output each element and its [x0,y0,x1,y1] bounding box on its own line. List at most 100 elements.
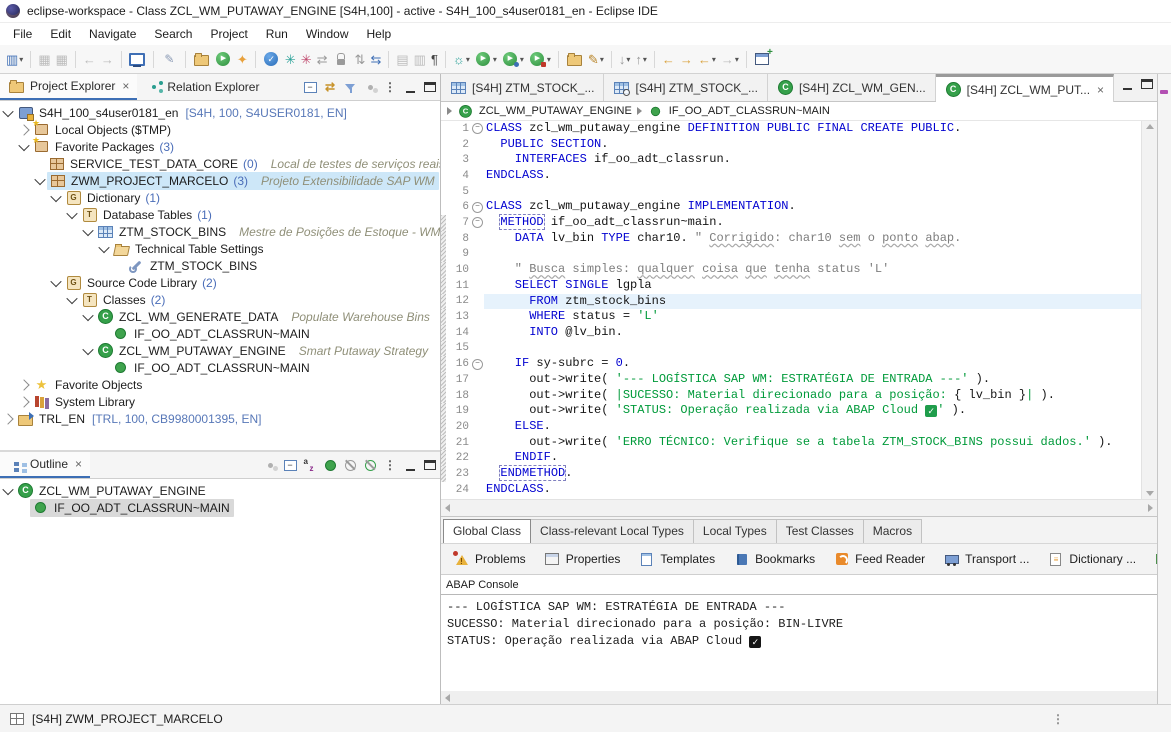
menu-edit[interactable]: Edit [41,25,80,43]
menu-search[interactable]: Search [145,25,201,43]
expander-open-icon[interactable] [2,105,13,116]
dropdown-arrow-icon[interactable]: ▾ [520,55,524,64]
view-tab-properties[interactable]: Properties [536,547,629,571]
wizards-button[interactable]: ✳ [299,48,314,71]
section-tab-class-relevant-local-types[interactable]: Class-relevant Local Types [530,519,694,543]
collapse-all-button[interactable] [280,455,300,475]
dropdown-arrow-icon[interactable]: ▾ [735,55,739,64]
max-button[interactable] [420,77,440,97]
view-tab-relation-explorer[interactable]: Relation Explorer [137,74,267,100]
run-history-button[interactable]: ▾ [500,48,526,71]
tree-item[interactable]: Favorite Packages(3) [0,138,440,155]
tree-item[interactable]: Source Code Library(2) [0,274,440,291]
min-button[interactable] [400,77,420,97]
tree-item[interactable]: IF_OO_ADT_CLASSRUN~MAIN [0,359,440,376]
tree-item[interactable]: Technical Table Settings [0,240,440,257]
view-tab-bookmarks[interactable]: Bookmarks [725,547,823,571]
editor-tab[interactable]: [S4H] ZCL_WM_GEN... [768,74,936,101]
breadcrumb[interactable]: ZCL_WM_PUTAWAY_ENGINEIF_OO_ADT_CLASSRUN~… [441,102,1157,121]
dropdown-arrow-icon[interactable]: ▾ [643,55,647,64]
lock-button[interactable] [331,48,352,71]
atc-check-button[interactable] [261,48,282,71]
redo-button[interactable]: → [99,48,116,71]
scroll-right-arrow-icon[interactable] [1148,504,1153,512]
debug-button[interactable]: ☼▾ [451,48,472,71]
view-tab-project-explorer[interactable]: Project Explorer× [0,74,137,100]
breadcrumb-arrow-icon[interactable] [447,107,452,115]
expander-closed-icon[interactable] [18,379,29,390]
tree-item[interactable]: ZCL_WM_PUTAWAY_ENGINESmart Putaway Strat… [0,342,440,359]
tree-item[interactable]: Classes(2) [0,291,440,308]
menu-run[interactable]: Run [257,25,297,43]
view-tab-feed-reader[interactable]: Feed Reader [825,547,933,571]
tree-item[interactable]: ZTM_STOCK_BINS [0,257,440,274]
editor-tab[interactable]: [S4H] ZTM_STOCK_... [604,74,767,101]
prev-annotation-button[interactable]: ↑▾ [633,48,649,71]
tree-item[interactable]: Local Objects ($TMP) [0,121,440,138]
run-abap-object-button[interactable] [213,48,234,71]
open-abap-object-button[interactable] [191,48,212,71]
expander-closed-icon[interactable] [2,413,13,424]
link-source-2-button[interactable]: ▥ [412,48,428,71]
console-view-button[interactable] [127,48,148,71]
last-edit-location-button[interactable]: ← [660,48,677,71]
minimized-view-marker-icon[interactable] [1160,90,1168,94]
max-button[interactable] [420,455,440,475]
save-button[interactable]: ▦ [36,48,52,71]
dropdown-arrow-icon[interactable]: ▾ [19,55,23,64]
back-history-button[interactable]: ←▾ [696,48,718,71]
section-tab-test-classes[interactable]: Test Classes [776,519,864,543]
fold-collapse-icon[interactable]: − [472,123,483,134]
expander-open-icon[interactable] [82,309,93,320]
menu-button[interactable] [380,455,400,475]
dropdown-arrow-icon[interactable]: ▾ [466,55,470,64]
open-resource-button[interactable] [564,48,585,71]
tree-item[interactable]: IF_OO_ADT_CLASSRUN~MAIN [0,499,440,516]
collapse-all-button[interactable] [300,77,320,97]
expander-open-icon[interactable] [82,224,93,235]
coverage-button[interactable]: ▾ [527,48,553,71]
tree-item[interactable]: ZCL_WM_PUTAWAY_ENGINE [0,482,440,499]
view-tab-templates[interactable]: Templates [630,547,723,571]
expander-open-icon[interactable] [66,207,77,218]
project-explorer-tree[interactable]: S4H_100_s4user0181_en[S4H, 100, S4USER01… [0,101,440,450]
highlight-pin-button[interactable] [159,48,180,71]
expander-open-icon[interactable] [34,173,45,184]
close-icon[interactable]: × [75,457,82,471]
outline-tree[interactable]: ZCL_WM_PUTAWAY_ENGINEIF_OO_ADT_CLASSRUN~… [0,479,440,704]
new-wizard-button[interactable]: ▥▾ [4,48,25,71]
open-perspective-button[interactable] [752,48,773,71]
tree-item[interactable]: System Library [0,393,440,410]
editor-horizontal-scrollbar[interactable] [441,499,1157,516]
close-icon[interactable]: × [122,79,129,93]
section-tab-macros[interactable]: Macros [863,519,922,543]
fold-collapse-icon[interactable]: − [472,359,483,370]
hide-np-button[interactable] [340,455,360,475]
forward-history-button[interactable]: →▾ [719,48,741,71]
link-source-1-button[interactable]: ▤ [394,48,410,71]
tree-item[interactable]: Dictionary(1) [0,189,440,206]
method-button[interactable] [320,455,340,475]
transport-sync-button[interactable]: ⇅ [353,48,368,71]
menu-project[interactable]: Project [201,25,256,43]
tree-item[interactable]: SERVICE_TEST_DATA_CORE(0)Local de testes… [0,155,440,172]
expander-open-icon[interactable] [50,275,61,286]
save-all-button[interactable]: ▦ [54,48,70,71]
console-scroll-left-arrow-icon[interactable] [445,694,450,702]
run-button[interactable]: ▾ [473,48,499,71]
tree-item[interactable]: ZCL_WM_GENERATE_DATAPopulate Warehouse B… [0,308,440,325]
dropdown-arrow-icon[interactable]: ▾ [626,55,630,64]
scroll-left-arrow-icon[interactable] [445,504,450,512]
dropdown-arrow-icon[interactable]: ▾ [600,55,604,64]
activate-button[interactable]: ✦ [235,48,250,71]
view-tab-problems[interactable]: Problems [445,547,534,571]
next-edit-location-button[interactable]: → [678,48,695,71]
max-button[interactable] [1137,74,1157,94]
show-whitespace-button[interactable]: ¶ [429,48,440,71]
expander-closed-icon[interactable] [18,396,29,407]
focus-button[interactable] [360,77,380,97]
breadcrumb-item[interactable]: ZCL_WM_PUTAWAY_ENGINE [479,105,632,117]
min-button[interactable] [1117,74,1137,94]
dropdown-arrow-icon[interactable]: ▾ [493,55,497,64]
link-editor-button[interactable] [320,77,340,97]
